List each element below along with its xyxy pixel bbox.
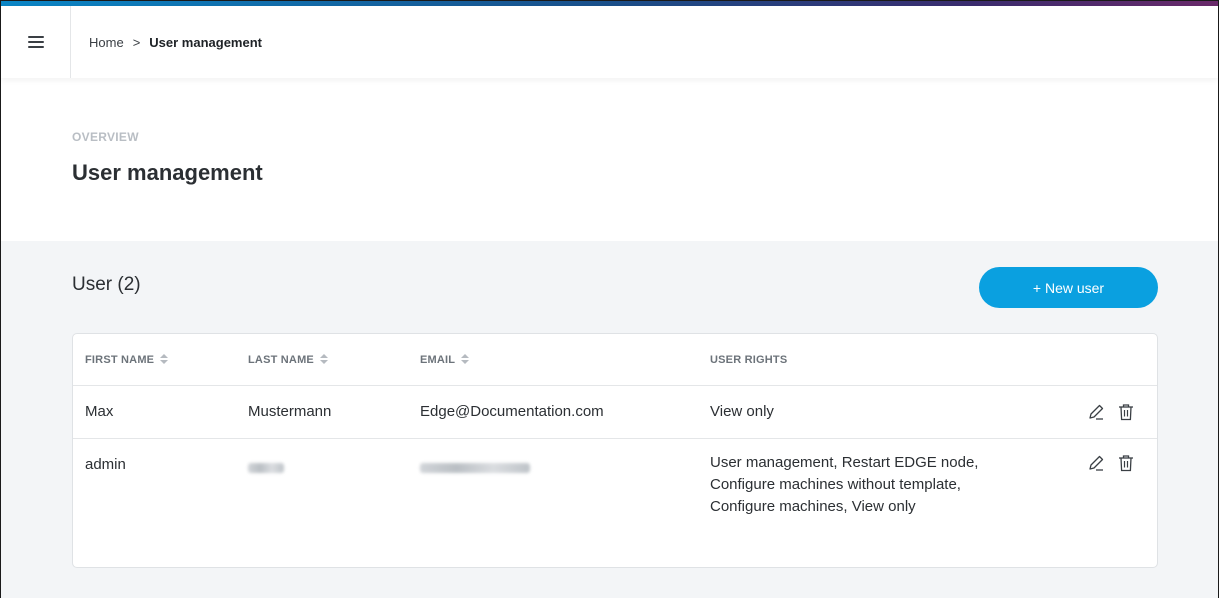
breadcrumb: Home > User management <box>89 35 262 50</box>
edit-user-button[interactable] <box>1087 453 1105 473</box>
cell-first-name: Max <box>85 403 114 420</box>
delete-user-button[interactable] <box>1117 402 1135 422</box>
cell-email: Edge@Documentation.com <box>420 403 604 420</box>
column-header-email[interactable]: EMAIL <box>420 354 470 366</box>
new-user-button[interactable]: + New user <box>979 267 1158 308</box>
edit-user-button[interactable] <box>1087 402 1105 422</box>
trash-icon <box>1119 404 1133 421</box>
column-header-user-rights: USER RIGHTS <box>710 354 787 366</box>
delete-user-button[interactable] <box>1117 453 1135 473</box>
menu-button[interactable] <box>1 6 71 78</box>
cell-last-name: Mustermann <box>248 403 332 420</box>
cell-email-redacted <box>420 460 530 477</box>
breadcrumb-home-link[interactable]: Home <box>89 35 124 50</box>
users-table: FIRST NAME LAST NAME EMAIL USER RIGHTS M… <box>72 333 1158 568</box>
page-eyebrow: OVERVIEW <box>72 130 139 144</box>
redacted-text <box>420 463 530 473</box>
page-title: User management <box>72 160 263 185</box>
row-actions <box>1087 453 1135 473</box>
column-header-last-name[interactable]: LAST NAME <box>248 354 328 366</box>
row-actions <box>1087 402 1135 422</box>
cell-user-rights: User management, Restart EDGE node, Conf… <box>710 454 979 515</box>
trash-icon <box>1119 455 1133 472</box>
pencil-icon <box>1089 404 1104 420</box>
table-header-row: FIRST NAME LAST NAME EMAIL USER RIGHTS <box>73 334 1157 386</box>
column-header-label: FIRST NAME <box>85 354 155 366</box>
section-title: User (2) <box>72 274 141 295</box>
hamburger-icon <box>27 33 44 51</box>
sort-icon[interactable] <box>319 354 328 366</box>
breadcrumb-current: User management <box>149 34 262 50</box>
column-header-label: LAST NAME <box>248 354 314 366</box>
breadcrumb-separator: > <box>132 34 141 50</box>
sort-icon[interactable] <box>160 354 169 366</box>
page-header: OVERVIEW User management <box>1 78 1218 241</box>
pencil-icon <box>1089 455 1104 471</box>
cell-last-name-redacted <box>248 460 284 477</box>
cell-first-name: admin <box>85 456 126 473</box>
table-row: Max Mustermann Edge@Documentation.com Vi… <box>73 386 1157 439</box>
cell-user-rights: View only <box>710 403 774 420</box>
content-area: User (2) + New user FIRST NAME LAST NAME… <box>1 241 1218 598</box>
column-header-label: EMAIL <box>420 354 456 366</box>
column-header-label: USER RIGHTS <box>710 354 788 366</box>
sort-icon[interactable] <box>461 354 470 366</box>
table-row: admin User management, Restart EDGE node… <box>73 439 1157 567</box>
column-header-first-name[interactable]: FIRST NAME <box>85 354 169 366</box>
top-bar: Home > User management <box>1 6 1218 78</box>
redacted-text <box>248 463 284 473</box>
